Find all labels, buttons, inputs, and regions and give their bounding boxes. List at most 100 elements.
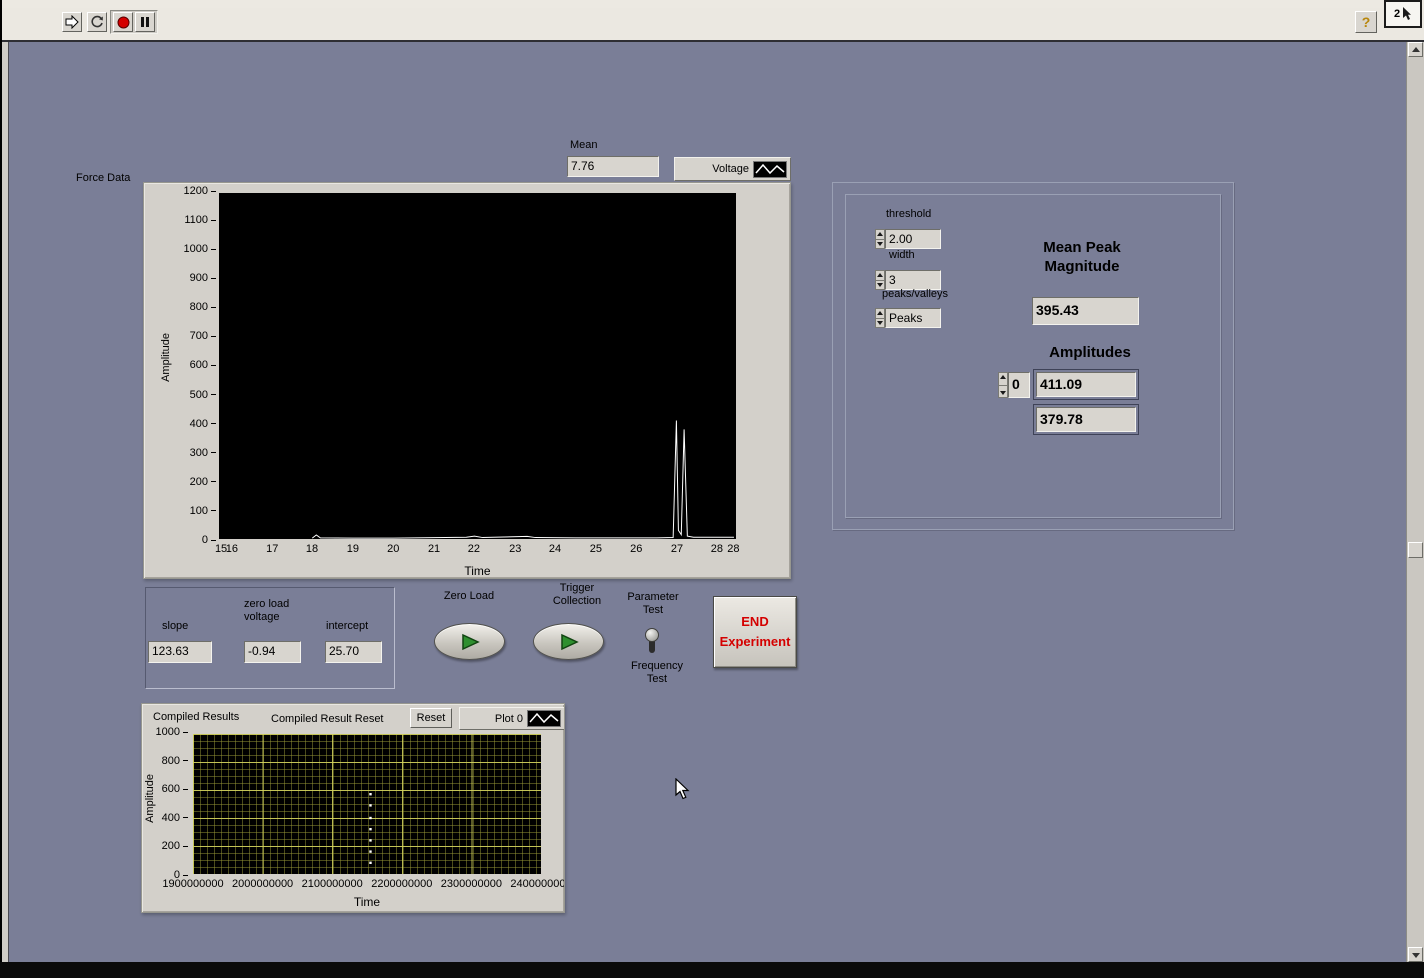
x-tick-label: 16: [226, 543, 238, 555]
run-continuous-button[interactable]: [87, 12, 107, 32]
context-help-button[interactable]: ?: [1355, 11, 1377, 33]
y-tick-label: 0: [172, 535, 216, 546]
toggle-knob[interactable]: [645, 628, 659, 642]
toolbar: ?: [0, 8, 1424, 42]
amplitudes-index-spinner[interactable]: [998, 372, 1008, 398]
vi-icon[interactable]: 2: [1384, 0, 1422, 28]
green-arrow-icon: [558, 633, 580, 651]
vi-cursor-icon: [1402, 7, 1412, 21]
x-tick-label: 19: [347, 543, 359, 555]
increment-button[interactable]: [998, 372, 1008, 386]
x-tick-label: 2000000000: [232, 878, 293, 890]
y-tick-label: 400: [172, 419, 216, 430]
pause-button[interactable]: [135, 12, 155, 32]
increment-button[interactable]: [875, 229, 885, 240]
force-y-axis-label: Amplitude: [160, 333, 172, 382]
y-tick-label: 800: [150, 756, 188, 767]
x-tick-label: 2400000000: [510, 878, 565, 890]
x-tick-label: 1900000000: [162, 878, 223, 890]
trigger-collection-button[interactable]: [533, 623, 604, 660]
amplitude-element-1: 379.78: [1033, 404, 1139, 435]
x-tick-label: 24: [549, 543, 561, 555]
decrement-button[interactable]: [875, 240, 885, 250]
x-tick-label: 18: [306, 543, 318, 555]
abort-button[interactable]: [113, 12, 133, 32]
width-spinner[interactable]: [875, 270, 885, 290]
force-x-axis-ticks: 151617181920212223242526272828: [219, 542, 736, 556]
toolbar-group: [110, 10, 158, 34]
peaks-valleys-spinner[interactable]: [875, 308, 885, 328]
increment-button[interactable]: [875, 308, 885, 319]
amplitudes-index-input[interactable]: 0: [1008, 372, 1030, 398]
waveform-icon: [753, 161, 787, 178]
labview-front-panel-window: ? 2 Force Data Mean 7.76 Voltage Amplitu…: [0, 0, 1424, 978]
compiled-result-reset-label: Compiled Result Reset: [271, 713, 384, 726]
y-tick-label: 600: [172, 360, 216, 371]
x-tick-label: 25: [590, 543, 602, 555]
force-plot-legend[interactable]: Voltage: [674, 157, 791, 181]
force-plot-canvas: [219, 193, 736, 539]
width-label: width: [889, 249, 915, 262]
test-mode-toggle[interactable]: [645, 628, 659, 655]
zero-load-label: Zero Load: [429, 590, 509, 603]
force-chart-label: Force Data: [76, 172, 130, 185]
compiled-x-axis-ticks: 1900000000200000000021000000002200000000…: [193, 877, 541, 891]
scroll-up-button[interactable]: [1408, 42, 1423, 57]
end-experiment-button[interactable]: END Experiment: [713, 596, 797, 668]
compiled-plot-canvas: [193, 734, 541, 874]
panel-left-margin: [2, 42, 9, 962]
amplitudes-title: Amplitudes: [1040, 343, 1140, 362]
run-button[interactable]: [62, 12, 82, 32]
mean-label: Mean: [570, 139, 598, 152]
peaks-valleys-select[interactable]: Peaks: [885, 308, 941, 328]
mean-peak-magnitude-title: Mean Peak Magnitude: [1026, 238, 1138, 276]
compiled-results-label: Compiled Results: [153, 711, 239, 724]
increment-button[interactable]: [875, 270, 885, 281]
x-tick-label: 27: [671, 543, 683, 555]
y-tick-label: 1100: [172, 215, 216, 226]
threshold-input[interactable]: 2.00: [885, 229, 941, 249]
x-tick-label: 20: [387, 543, 399, 555]
x-tick-label: 23: [509, 543, 521, 555]
mean-indicator: 7.76: [567, 156, 659, 177]
run-icon: [65, 15, 79, 29]
decrement-button[interactable]: [998, 386, 1008, 399]
peaks-valleys-label: peaks/valleys: [882, 288, 948, 301]
zero-load-voltage-indicator: -0.94: [244, 641, 301, 663]
slope-indicator: 123.63: [148, 641, 212, 663]
menu-bar: [0, 0, 1424, 8]
window-bottom-edge: [0, 962, 1424, 978]
amplitude-value-0: 411.09: [1036, 372, 1136, 397]
y-tick-label: 100: [172, 506, 216, 517]
y-tick-label: 500: [172, 390, 216, 401]
y-tick-label: 1000: [150, 727, 188, 738]
compiled-plot-legend[interactable]: Plot 0: [459, 707, 565, 730]
y-tick-label: 700: [172, 331, 216, 342]
width-input[interactable]: 3: [885, 270, 941, 290]
reset-button[interactable]: Reset: [410, 708, 452, 728]
mean-peak-magnitude-indicator: 395.43: [1032, 297, 1139, 325]
scroll-down-button[interactable]: [1408, 947, 1423, 962]
run-continuous-icon: [90, 15, 104, 29]
pause-icon: [139, 16, 151, 28]
x-tick-label: 28: [711, 543, 723, 555]
intercept-label: intercept: [326, 620, 368, 633]
threshold-spinner[interactable]: [875, 229, 885, 249]
decrement-button[interactable]: [875, 319, 885, 329]
x-tick-label: 28: [727, 543, 739, 555]
force-legend-label: Voltage: [712, 163, 749, 175]
x-tick-label: 2100000000: [302, 878, 363, 890]
x-tick-label: 17: [266, 543, 278, 555]
zero-load-button[interactable]: [434, 623, 505, 660]
y-tick-label: 200: [172, 477, 216, 488]
force-chart-frame: Amplitude 120011001000900800700600500400…: [143, 182, 791, 579]
vi-icon-label: 2: [1394, 8, 1400, 20]
green-arrow-icon: [459, 633, 481, 651]
compiled-legend-label: Plot 0: [495, 713, 523, 725]
y-tick-label: 600: [150, 784, 188, 795]
x-tick-label: 22: [468, 543, 480, 555]
vertical-scrollbar[interactable]: [1406, 42, 1424, 962]
compiled-plot-area: [193, 734, 541, 874]
y-tick-label: 200: [150, 841, 188, 852]
scroll-thumb[interactable]: [1408, 542, 1423, 558]
